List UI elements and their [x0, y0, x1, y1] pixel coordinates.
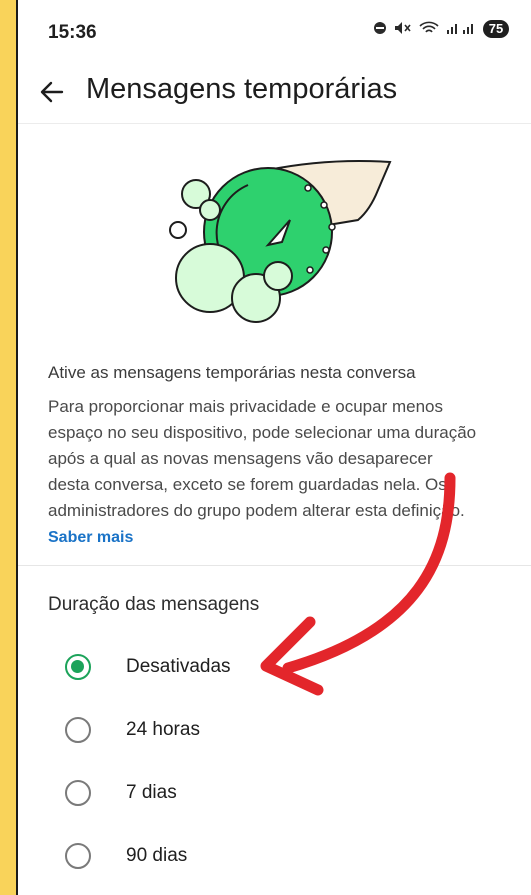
- intro-body-line: espaço no seu dispositivo, pode selecion…: [48, 423, 477, 442]
- intro-body-line: desta conversa, exceto se forem guardada…: [48, 475, 447, 494]
- status-bar: 15:36 75: [18, 0, 531, 62]
- radio-selected-icon[interactable]: [65, 654, 91, 680]
- duration-section-title: Duração das mensagens: [48, 594, 260, 615]
- duration-options: Desativadas 24 horas 7 dias 90 dias: [18, 636, 531, 888]
- intro-body-line: administradores do grupo podem alterar e…: [48, 501, 465, 520]
- option-label: 24 horas: [126, 719, 200, 740]
- duration-option-24h[interactable]: 24 horas: [18, 699, 531, 762]
- intro-section: Ative as mensagens temporárias nesta con…: [48, 362, 518, 549]
- option-label: 7 dias: [126, 782, 177, 803]
- do-not-disturb-icon: [373, 21, 387, 38]
- option-label: 90 dias: [126, 845, 188, 866]
- phone-screen: 15:36 75 Mensagens temporárias Ative as …: [16, 0, 531, 895]
- app-bar: Mensagens temporárias: [18, 62, 531, 124]
- status-time: 15:36: [48, 22, 97, 43]
- disappearing-messages-illustration: [169, 160, 392, 323]
- mute-icon: [394, 21, 412, 38]
- signal-icon: [446, 21, 476, 38]
- status-icons: 75: [373, 20, 509, 38]
- page-title: Mensagens temporárias: [86, 73, 398, 105]
- option-label: Desativadas: [126, 656, 231, 677]
- intro-title: Ative as mensagens temporárias nesta con…: [48, 363, 416, 382]
- duration-option-7d[interactable]: 7 dias: [18, 762, 531, 825]
- duration-option-off[interactable]: Desativadas: [18, 636, 531, 699]
- learn-more-link[interactable]: Saber mais: [48, 527, 518, 549]
- intro-body-line: Para proporcionar mais privacidade e ocu…: [48, 397, 443, 416]
- battery-badge: 75: [483, 20, 509, 38]
- wifi-icon: [419, 21, 439, 38]
- duration-option-90d[interactable]: 90 dias: [18, 825, 531, 888]
- radio-unselected-icon[interactable]: [65, 780, 91, 806]
- radio-unselected-icon[interactable]: [65, 843, 91, 869]
- back-arrow-icon[interactable]: [34, 74, 70, 110]
- intro-body-line: após a qual as novas mensagens vão desap…: [48, 449, 433, 468]
- intro-body: Para proporcionar mais privacidade e ocu…: [48, 394, 518, 524]
- radio-unselected-icon[interactable]: [65, 717, 91, 743]
- section-divider: [18, 565, 531, 566]
